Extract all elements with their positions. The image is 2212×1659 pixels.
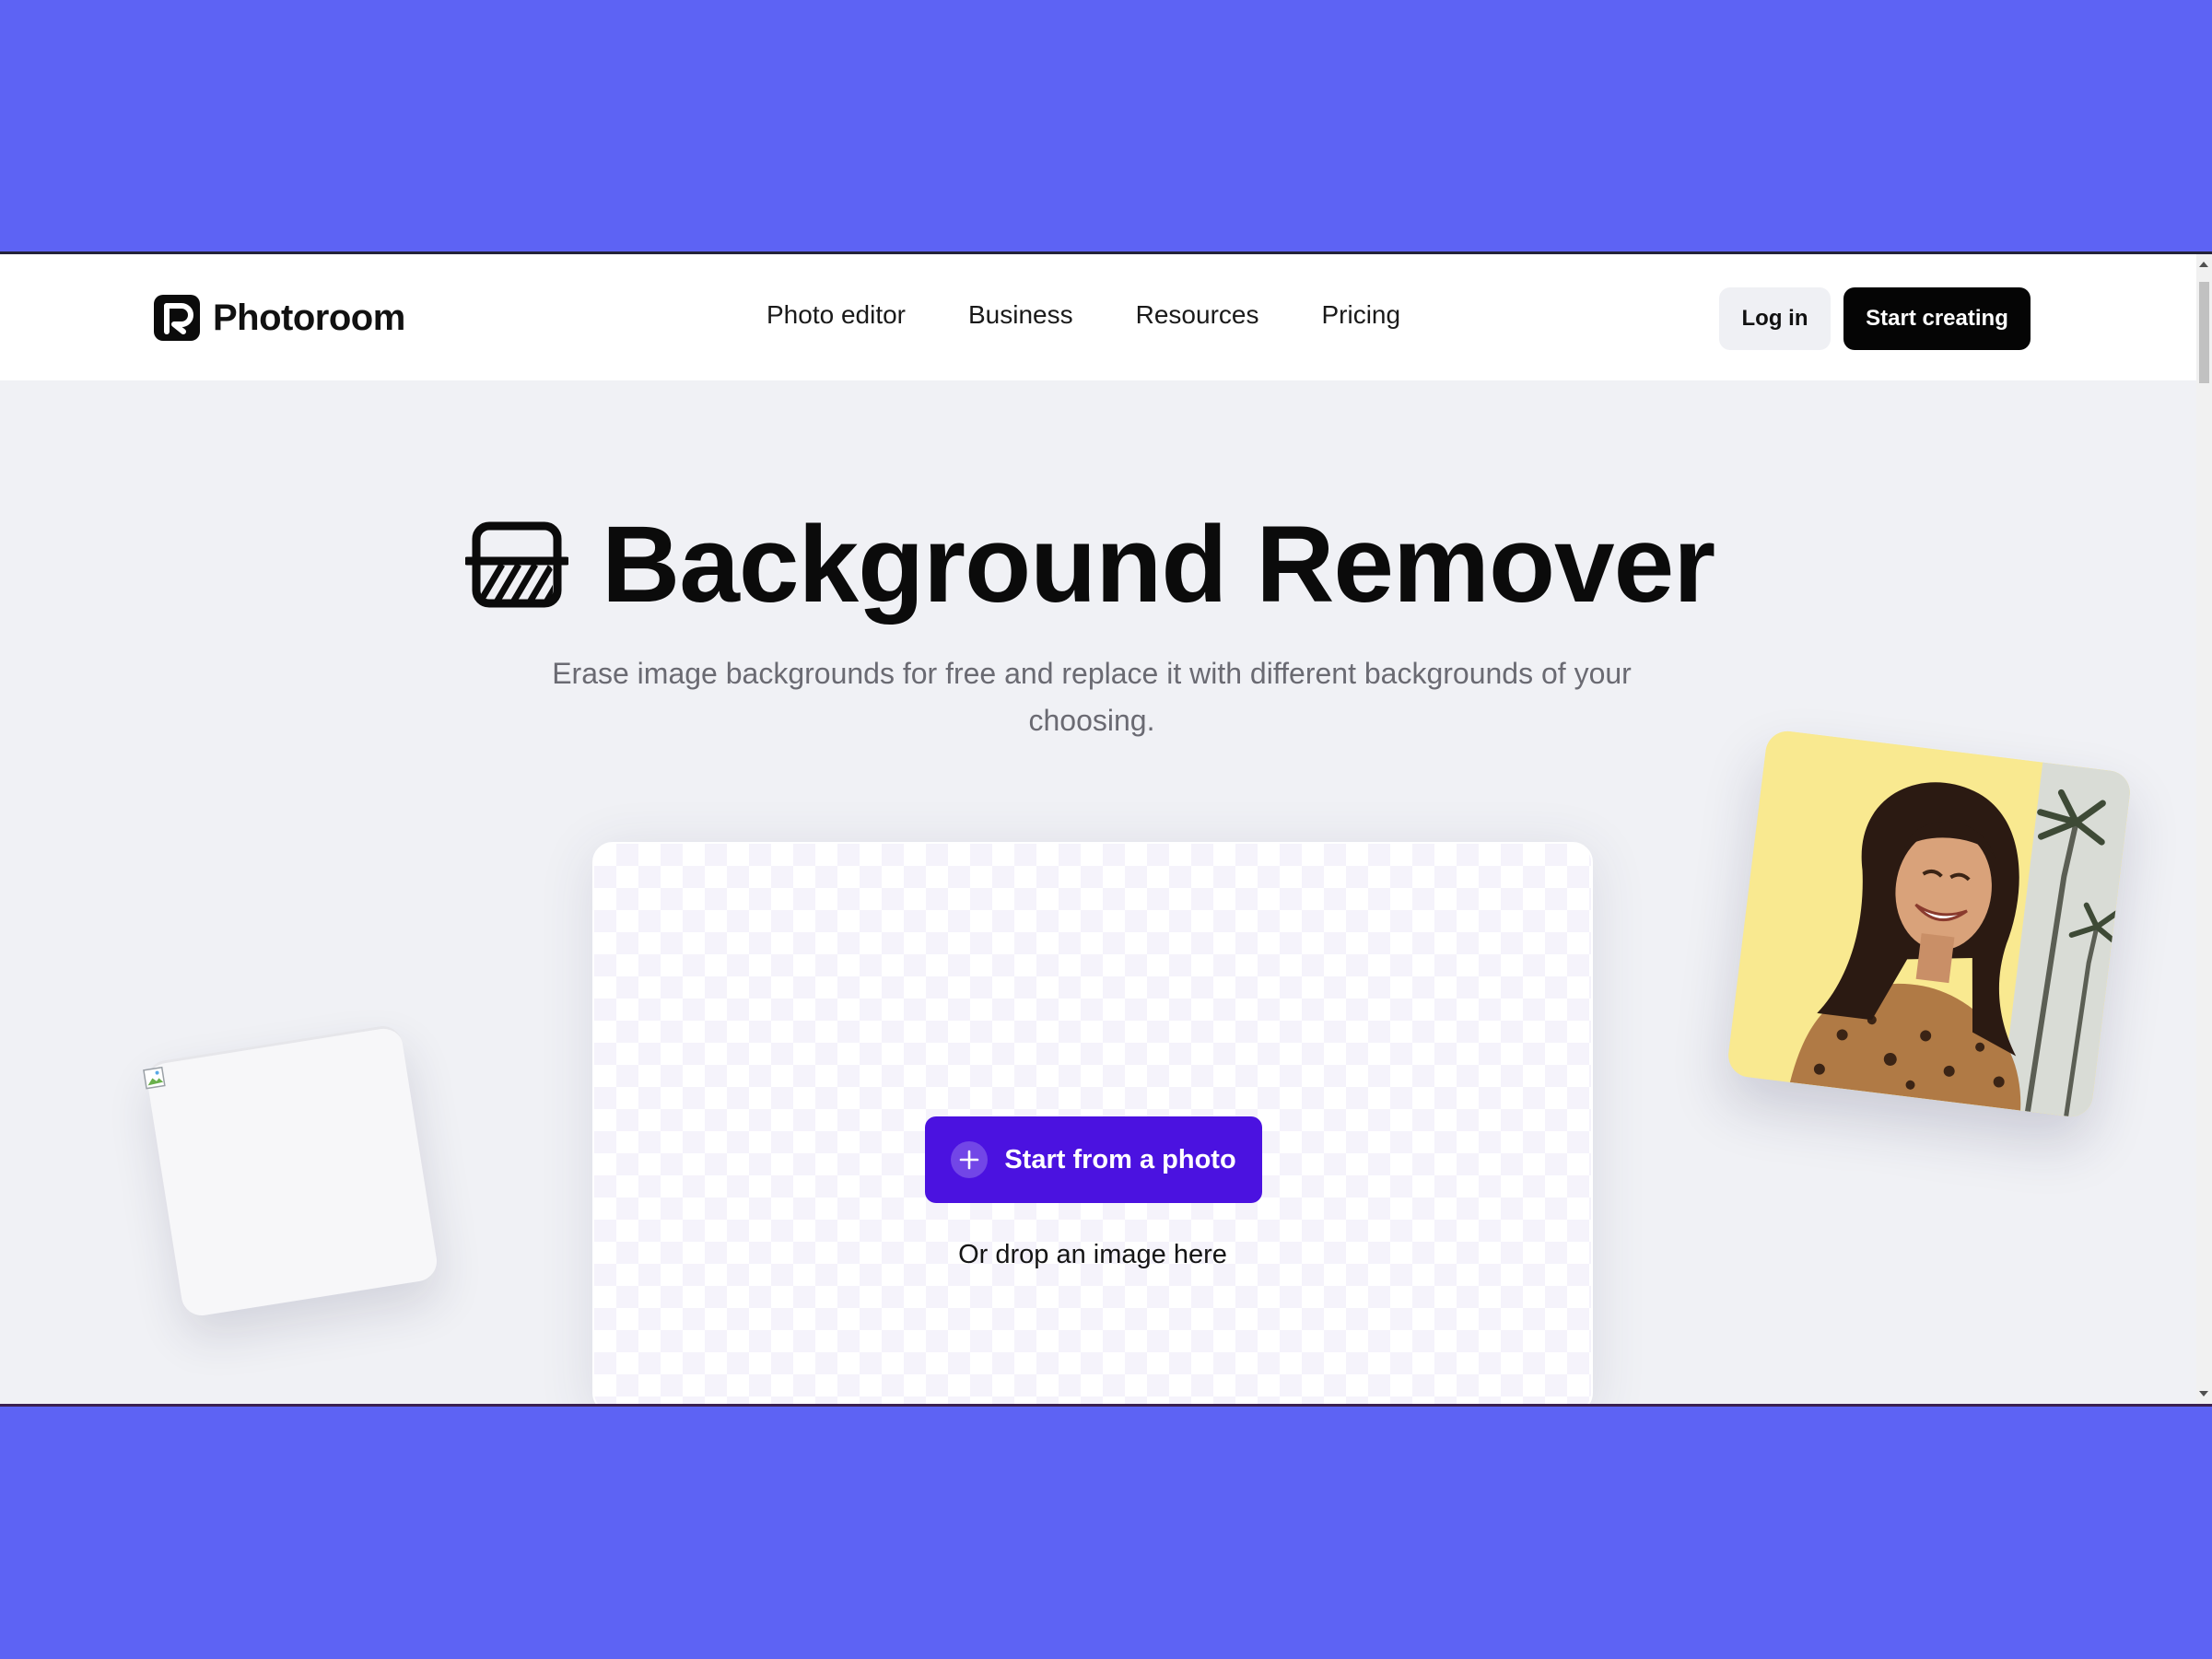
page-title: Background Remover	[602, 504, 1715, 625]
start-from-photo-button[interactable]: Start from a photo	[925, 1116, 1262, 1203]
drop-hint: Or drop an image here	[958, 1240, 1227, 1269]
smiling-woman-photo	[1726, 729, 2133, 1119]
main-nav: Photo editor Business Resources Pricing	[767, 300, 1400, 330]
brand-name: Photoroom	[213, 297, 405, 338]
plus-icon	[951, 1141, 989, 1178]
photoroom-logo-icon	[154, 295, 200, 341]
background-remover-icon	[465, 521, 568, 608]
nav-resources[interactable]: Resources	[1136, 300, 1259, 330]
broken-image-icon	[143, 1066, 166, 1090]
page-subtitle: Erase image backgrounds for free and rep…	[552, 657, 1632, 737]
start-creating-button[interactable]: Start creating	[1843, 287, 2031, 350]
scroll-thumb[interactable]	[2199, 282, 2209, 383]
nav-pricing[interactable]: Pricing	[1321, 300, 1400, 330]
floating-image-card-left	[143, 1022, 440, 1319]
scroll-down-arrow-icon[interactable]	[2199, 1391, 2208, 1396]
brand-logo[interactable]: Photoroom	[154, 295, 405, 341]
sample-photo-card	[1726, 729, 2133, 1119]
scroll-up-arrow-icon[interactable]	[2199, 262, 2208, 267]
nav-photo-editor[interactable]: Photo editor	[767, 300, 906, 330]
start-from-photo-label: Start from a photo	[1004, 1144, 1236, 1174]
site-header: Photoroom Photo editor Business Resource…	[0, 254, 2197, 380]
login-button[interactable]: Log in	[1719, 287, 1831, 350]
browser-viewport: Photoroom Photo editor Business Resource…	[0, 251, 2212, 1407]
upload-dropzone[interactable]: Start from a photo Or drop an image here	[592, 842, 1593, 1404]
hero-heading: Background Remover	[465, 510, 1715, 619]
nav-business[interactable]: Business	[968, 300, 1073, 330]
vertical-scrollbar[interactable]	[2196, 254, 2212, 1404]
